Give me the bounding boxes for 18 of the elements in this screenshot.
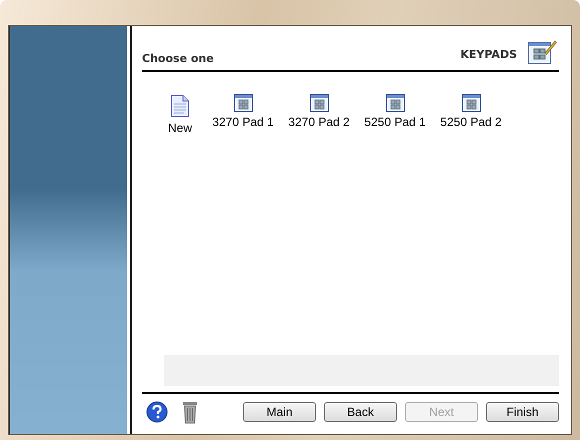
keypad-icon xyxy=(234,94,252,112)
keypad-icon xyxy=(310,94,328,112)
wizard-button[interactable]: Main xyxy=(243,402,316,422)
trash-icon[interactable] xyxy=(182,400,198,424)
keypad-item[interactable]: 5250 Pad 2 xyxy=(440,94,502,135)
help-icon[interactable] xyxy=(146,401,168,423)
keypad-icon xyxy=(386,94,404,112)
keypad-icon xyxy=(462,94,480,112)
wizard-button[interactable]: Finish xyxy=(486,402,559,422)
keypad-item[interactable]: 3270 Pad 1 xyxy=(212,94,274,135)
section-title: KEYPADS xyxy=(460,48,517,61)
document-icon xyxy=(170,94,190,118)
keypad-item[interactable]: New xyxy=(162,94,198,135)
keypad-pencil-icon xyxy=(527,39,557,65)
wizard-button[interactable]: Back xyxy=(324,402,397,422)
keypad-item[interactable]: 3270 Pad 2 xyxy=(288,94,350,135)
keypad-item[interactable]: 5250 Pad 1 xyxy=(364,94,426,135)
page-title: Choose one xyxy=(142,52,214,65)
